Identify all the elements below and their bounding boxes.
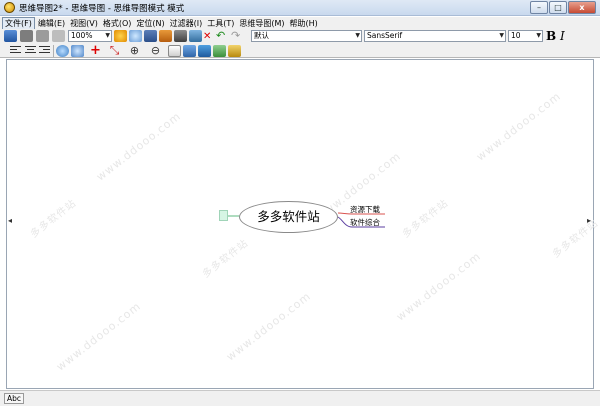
root-node[interactable]: 多多软件站 bbox=[239, 201, 338, 233]
child-node-software-collection[interactable]: 软件综合 bbox=[350, 217, 380, 228]
status-text: Abc bbox=[4, 393, 25, 404]
left-branch-node[interactable] bbox=[219, 210, 228, 221]
status-bar: Abc bbox=[0, 390, 600, 406]
child-node-resource-download[interactable]: 资源下载 bbox=[350, 204, 380, 215]
